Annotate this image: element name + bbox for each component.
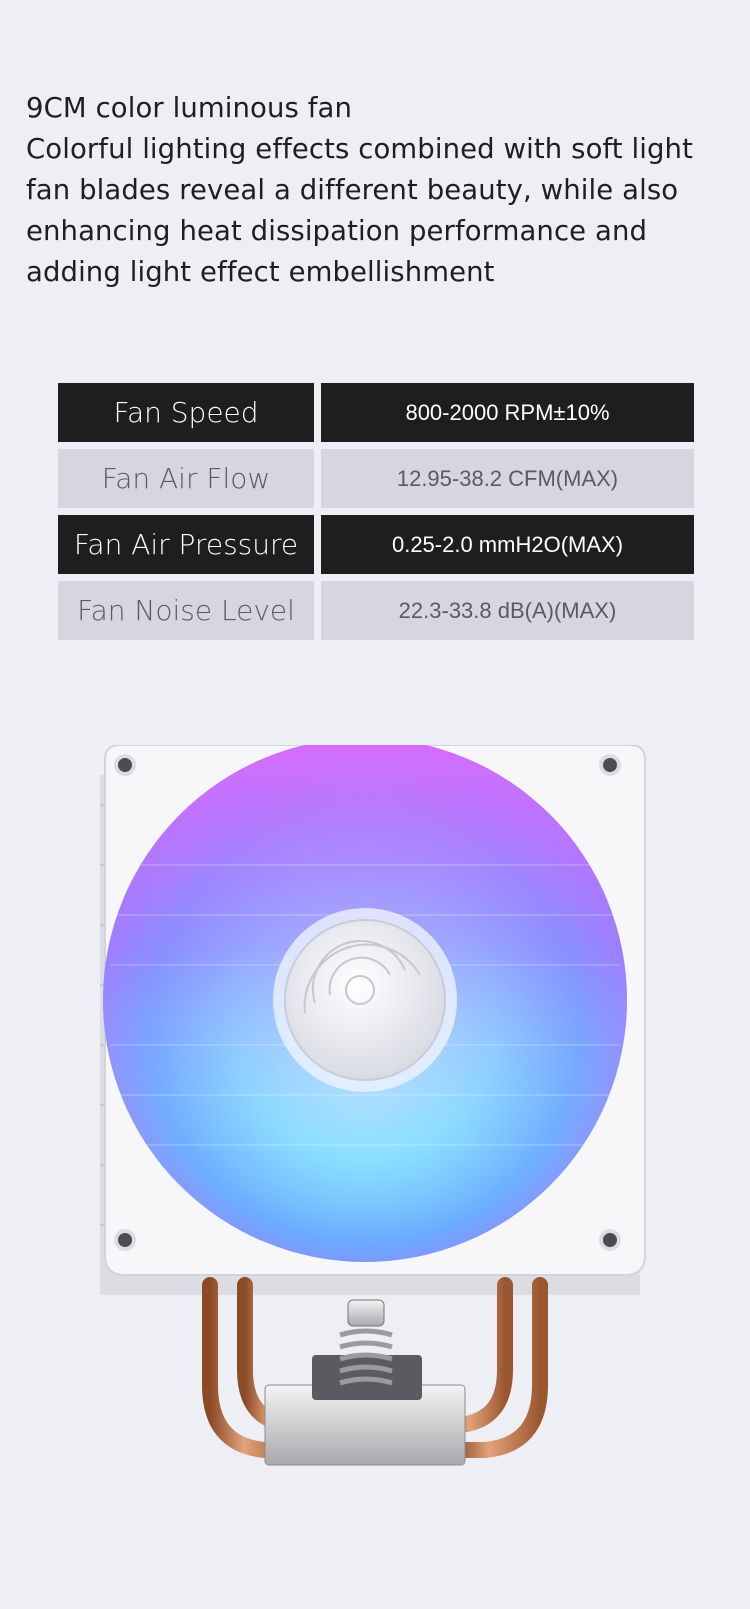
spec-row-fan-noise-level: Fan Noise Level 22.3-33.8 dB(A)(MAX) <box>58 581 694 640</box>
spec-value: 12.95-38.2 CFM(MAX) <box>321 449 694 508</box>
spec-value: 0.25-2.0 mmH2O(MAX) <box>321 515 694 574</box>
cpu-cooler-rgb-fan-icon <box>90 738 660 1505</box>
spec-label: Fan Speed <box>58 383 314 442</box>
headline-line: adding light effect embellishment <box>26 256 495 288</box>
spec-row-fan-speed: Fan Speed 800-2000 RPM±10% <box>58 383 694 442</box>
spec-table: Fan Speed 800-2000 RPM±10% Fan Air Flow … <box>58 383 694 647</box>
spec-row-fan-air-flow: Fan Air Flow 12.95-38.2 CFM(MAX) <box>58 449 694 508</box>
spec-label: Fan Air Pressure <box>58 515 314 574</box>
spec-label: Fan Noise Level <box>58 581 314 640</box>
product-description: 9CM color luminous fan Colorful lighting… <box>26 88 726 293</box>
spec-value: 22.3-33.8 dB(A)(MAX) <box>321 581 694 640</box>
headline-title: 9CM color luminous fan <box>26 92 353 124</box>
spec-label: Fan Air Flow <box>58 449 314 508</box>
headline-line: enhancing heat dissipation performance a… <box>26 215 648 247</box>
headline-line: Colorful lighting effects combined with … <box>26 133 693 165</box>
headline-line: fan blades reveal a different beauty, wh… <box>26 174 679 206</box>
spec-row-fan-air-pressure: Fan Air Pressure 0.25-2.0 mmH2O(MAX) <box>58 515 694 574</box>
spec-value: 800-2000 RPM±10% <box>321 383 694 442</box>
